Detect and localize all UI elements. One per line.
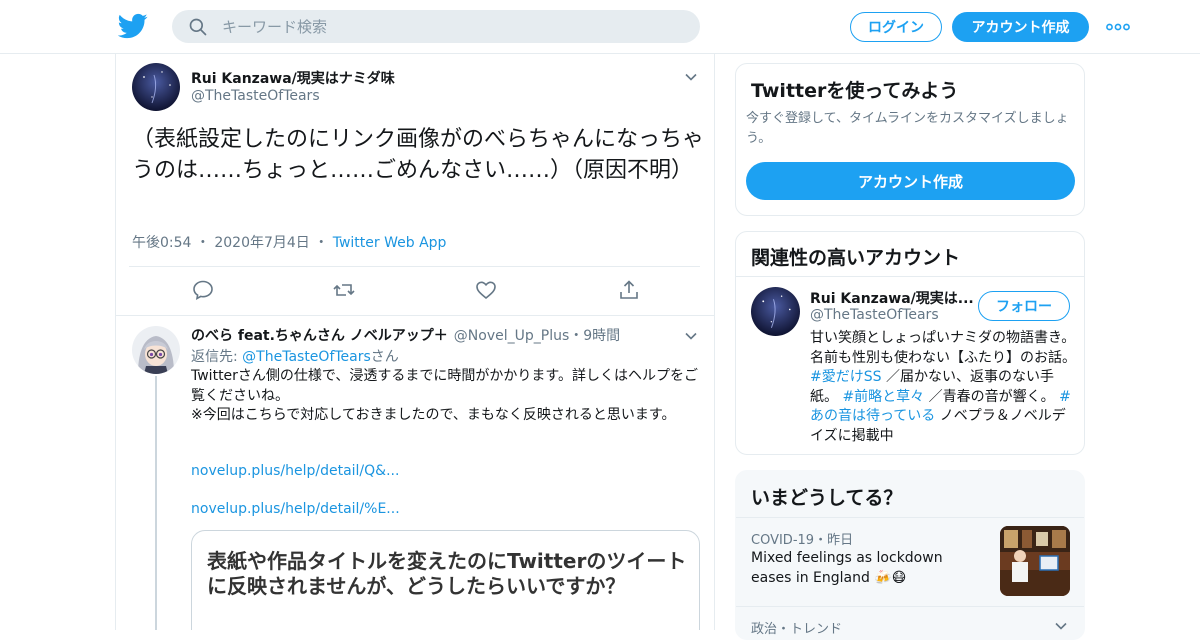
tweet-date[interactable]: 2020年7月4日	[214, 235, 309, 251]
divider	[116, 315, 714, 316]
search-input[interactable]	[222, 17, 662, 36]
reply-icon[interactable]	[191, 278, 215, 302]
chevron-down-icon[interactable]	[684, 329, 698, 343]
bio-text: 甘い笑顔としょっぱいナミダの物語書き。名前も性別も使わない【ふたり】のお話。	[810, 330, 1076, 366]
thread-line	[155, 376, 157, 630]
reply-avatar[interactable]	[132, 326, 180, 374]
top-header: ログイン アカウント作成	[0, 0, 1200, 54]
tweet-meta: 午後0:54 ・ 2020年7月4日 ・ Twitter Web App	[132, 232, 446, 252]
signup-box: Twitterを使ってみよう 今すぐ登録して、タイムラインをカスタマイズしましょ…	[735, 63, 1085, 216]
hashtag-link[interactable]: #前略と草々	[842, 389, 924, 405]
help-link-1[interactable]: novelup.plus/help/detail/Q&...	[191, 463, 399, 479]
tweet-actions	[116, 278, 714, 306]
reply-to-line: 返信先: @TheTasteOfTearsさん	[191, 346, 399, 366]
related-account-handle[interactable]: @TheTasteOfTears	[810, 307, 939, 323]
related-accounts-title: 関連性の高いアカウント	[751, 247, 961, 269]
reply-text: Twitterさん側の仕様で、浸透するまでに時間がかかります。詳しくはヘルプをご…	[191, 368, 698, 423]
reply-author-name[interactable]: のべら feat.ちゃんさん ノベルアップ＋	[191, 328, 448, 344]
chevron-down-icon[interactable]	[684, 70, 698, 84]
reply-author-handle[interactable]: @Novel_Up_Plus	[454, 328, 569, 344]
trend-meta: COVID-19・昨日	[751, 529, 853, 548]
link-preview-card[interactable]: 表紙や作品タイトルを変えたのにTwitterのツイートに反映されませんが、どうし…	[191, 530, 700, 630]
tweet-text: （表紙設定したのにリンク画像がのべらちゃんになっちゃうのは……ちょっと……ごめん…	[132, 127, 705, 183]
trend-thumbnail[interactable]	[1000, 526, 1070, 596]
reply-to-handle-link[interactable]: @TheTasteOfTears	[242, 349, 371, 365]
trends-title: いまどうしてる？	[751, 487, 903, 509]
trend-category: 政治・トレンド	[751, 622, 843, 637]
tweet-author-name[interactable]: Rui Kanzawa/現実はナミダ味	[191, 68, 395, 88]
tweet-source-link[interactable]: Twitter Web App	[333, 235, 447, 251]
chevron-down-icon[interactable]	[1054, 619, 1068, 633]
reply-author[interactable]: のべら feat.ちゃんさん ノベルアップ＋ @Novel_Up_Plus・9時間	[191, 325, 620, 345]
trends-box: いまどうしてる？ COVID-19・昨日 Mixed feelings as l…	[735, 470, 1085, 640]
trend-topic: COVID-19	[751, 533, 815, 548]
bio-text: ／青春の音が響く。	[924, 388, 1060, 405]
main-timeline: Rui Kanzawa/現実はナミダ味 @TheTasteOfTears （表紙…	[115, 54, 715, 630]
trend-headline[interactable]: Mixed feelings as lockdown eases in Engl…	[751, 548, 986, 588]
search-bar[interactable]	[172, 10, 700, 43]
divider	[736, 517, 1084, 518]
avatar[interactable]	[132, 63, 180, 111]
follow-button[interactable]: フォロー	[978, 291, 1070, 321]
related-account-avatar[interactable]	[751, 287, 800, 336]
search-icon	[189, 18, 207, 35]
more-options-icon[interactable]	[1106, 18, 1130, 36]
reply-to-prefix: 返信先:	[191, 349, 243, 365]
divider	[129, 266, 700, 267]
create-account-button[interactable]: アカウント作成	[746, 162, 1075, 200]
reply-to-suffix: さん	[370, 349, 399, 365]
signup-box-description: 今すぐ登録して、タイムラインをカスタマイズしましょう。	[746, 111, 1069, 146]
trend-time: 昨日	[827, 533, 854, 548]
help-link-2[interactable]: novelup.plus/help/detail/%E...	[191, 501, 400, 517]
signup-button[interactable]: アカウント作成	[952, 12, 1089, 42]
related-account-bio: 甘い笑顔としょっぱいナミダの物語書き。名前も性別も使わない【ふたり】のお話。 #…	[810, 329, 1076, 446]
meta-separator: ・	[314, 235, 329, 251]
tweet-time[interactable]: 午後0:54	[132, 235, 191, 251]
related-account-name[interactable]: Rui Kanzawa/現実は...	[810, 288, 974, 308]
divider	[736, 606, 1084, 607]
meta-separator: ・	[195, 235, 210, 251]
like-heart-icon[interactable]	[474, 278, 498, 302]
meta-separator: ・	[569, 328, 584, 344]
related-accounts-box: 関連性の高いアカウント Rui Kanzawa/現実は... @TheTaste…	[735, 231, 1085, 455]
reply-age[interactable]: 9時間	[583, 328, 620, 344]
meta-separator: ・	[814, 533, 828, 548]
tweet-author-handle[interactable]: @TheTasteOfTears	[191, 88, 320, 104]
card-title: 表紙や作品タイトルを変えたのにTwitterのツイートに反映されませんが、どうし…	[207, 549, 687, 598]
login-button[interactable]: ログイン	[850, 12, 942, 42]
signup-box-title: Twitterを使ってみよう	[751, 80, 959, 102]
share-icon[interactable]	[617, 278, 641, 302]
hashtag-link[interactable]: #愛だけSS	[810, 369, 882, 385]
divider	[736, 276, 1084, 277]
retweet-icon[interactable]	[332, 278, 356, 302]
twitter-bird-icon[interactable]	[118, 11, 148, 41]
